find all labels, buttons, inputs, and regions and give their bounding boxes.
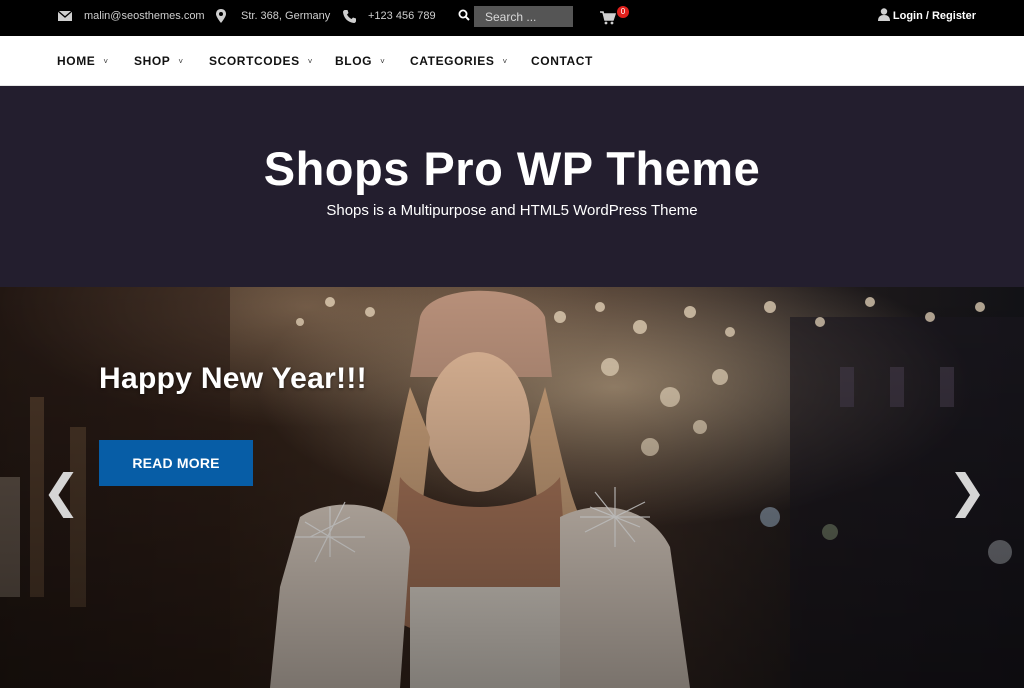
nav-item-label: HOME xyxy=(57,54,96,68)
nav-item-scortcodes[interactable]: SCORTCODES ˅ xyxy=(209,36,313,86)
envelope-icon xyxy=(58,11,72,21)
search-button[interactable] xyxy=(453,6,474,27)
nav-item-categories[interactable]: CATEGORIES ˅ xyxy=(410,36,508,86)
slider-next-icon[interactable]: ❯ xyxy=(948,463,987,519)
chevron-down-icon: ˅ xyxy=(103,56,109,66)
address-contact: Str. 368, Germany xyxy=(216,0,330,32)
cart-icon xyxy=(600,11,617,28)
nav-item-label: CATEGORIES xyxy=(410,54,495,68)
user-icon xyxy=(877,8,890,24)
nav-item-blog[interactable]: BLOG ˅ xyxy=(335,36,385,86)
phone-icon xyxy=(343,9,356,23)
chevron-down-icon: ˅ xyxy=(307,56,313,66)
nav-item-label: CONTACT xyxy=(531,54,593,68)
site-title[interactable]: Shops Pro WP Theme xyxy=(0,141,1024,196)
nav-item-label: SCORTCODES xyxy=(209,54,300,68)
chevron-down-icon: ˅ xyxy=(502,56,508,66)
chevron-down-icon: ˅ xyxy=(380,56,386,66)
chevron-down-icon: ˅ xyxy=(178,56,184,66)
email-text: malin@seosthemes.com xyxy=(84,10,205,22)
page-header-banner: Shops Pro WP Theme Shops is a Multipurpo… xyxy=(0,86,1024,287)
read-more-button[interactable]: READ MORE xyxy=(99,440,253,486)
map-pin-icon xyxy=(216,9,226,23)
slide-heading: Happy New Year!!! xyxy=(99,362,367,395)
search-icon xyxy=(458,9,470,24)
nav-item-contact[interactable]: CONTACT xyxy=(531,36,593,86)
main-nav: HOME ˅ SHOP ˅ SCORTCODES ˅ BLOG ˅ CATEGO… xyxy=(0,36,1024,86)
top-bar: malin@seosthemes.com Str. 368, Germany +… xyxy=(0,0,1024,36)
nav-item-label: SHOP xyxy=(134,54,171,68)
site-tagline: Shops is a Multipurpose and HTML5 WordPr… xyxy=(326,202,698,219)
login-register-link[interactable]: Login / Register xyxy=(877,0,976,32)
nav-item-shop[interactable]: SHOP ˅ xyxy=(134,36,184,86)
search-form xyxy=(453,6,573,27)
hero-background-image xyxy=(0,287,1024,688)
login-label: Login / Register xyxy=(892,10,976,22)
phone-text: +123 456 789 xyxy=(368,10,436,22)
nav-item-label: BLOG xyxy=(335,54,373,68)
nav-item-home[interactable]: HOME ˅ xyxy=(57,36,109,86)
phone-contact[interactable]: +123 456 789 xyxy=(343,0,436,32)
hero-slider: Happy New Year!!! READ MORE ❮ ❯ xyxy=(0,287,1024,688)
email-contact[interactable]: malin@seosthemes.com xyxy=(58,0,205,32)
cart-count-badge: 0 xyxy=(617,6,629,18)
cart-button[interactable]: 0 xyxy=(600,6,630,30)
slider-prev-icon[interactable]: ❮ xyxy=(42,463,81,519)
search-input[interactable] xyxy=(474,6,573,27)
address-text: Str. 368, Germany xyxy=(241,10,331,22)
